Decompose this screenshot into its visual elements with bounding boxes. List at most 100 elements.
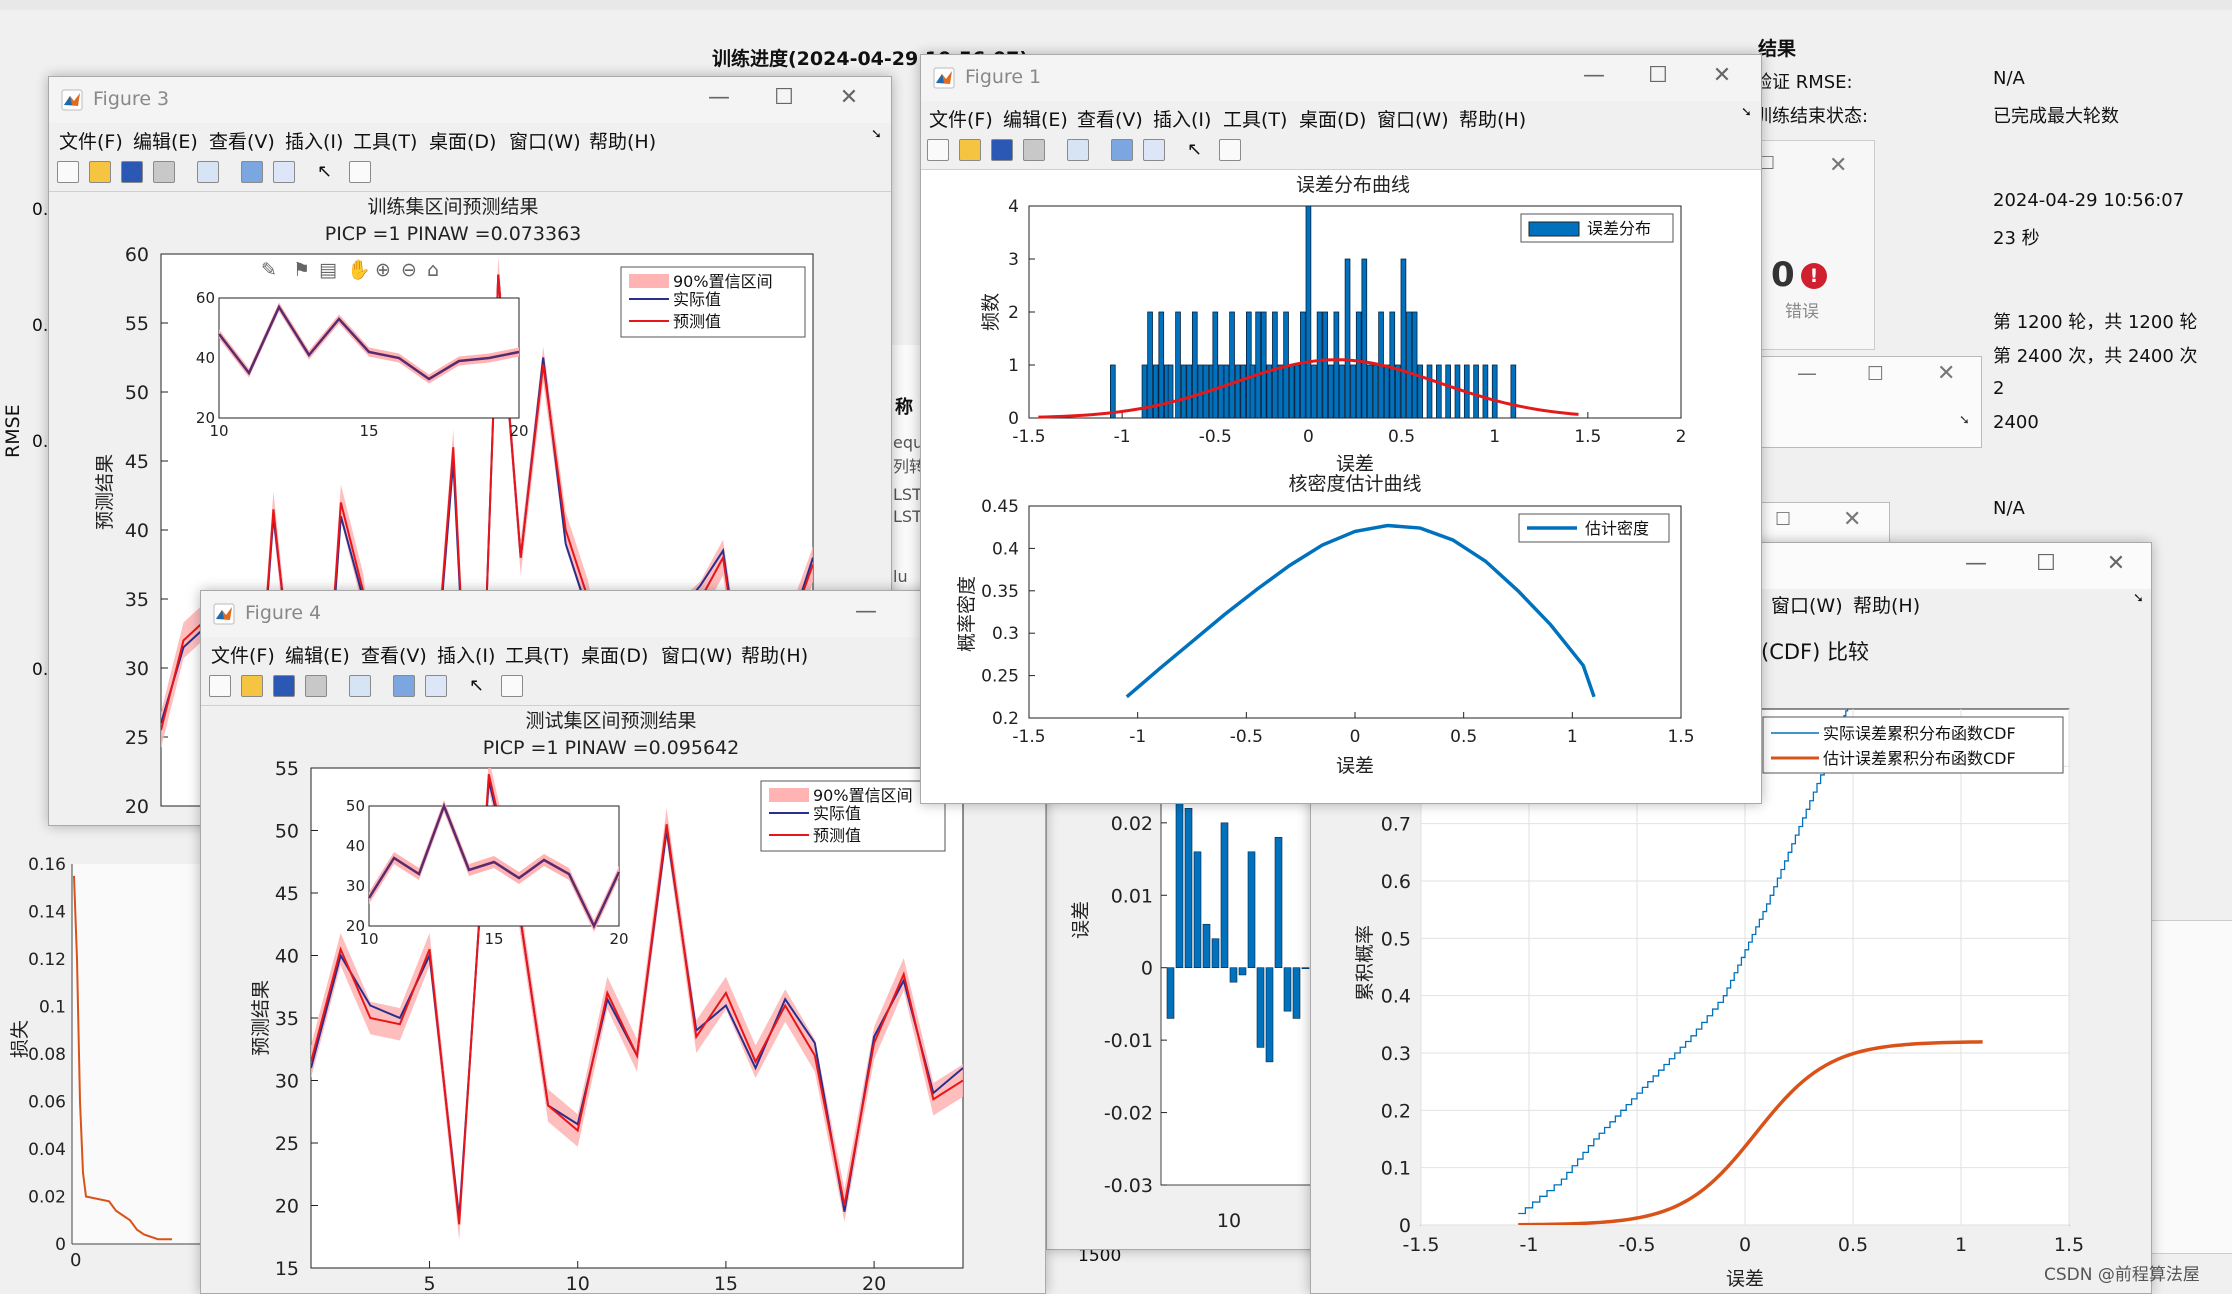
hist-xtick: 0.5 bbox=[1388, 427, 1415, 447]
colorbar-icon[interactable] bbox=[241, 161, 263, 183]
cdf-xlabel: 误差 bbox=[1726, 1268, 1764, 1290]
hist-xtick: -1.5 bbox=[1012, 427, 1045, 447]
cdf-minimize-icon[interactable]: — bbox=[1961, 551, 1991, 576]
bg-window-a-max-icon[interactable]: ☐ bbox=[1867, 363, 1884, 385]
fig1-minimize-icon[interactable]: — bbox=[1579, 63, 1609, 88]
fig3-menu-desktop[interactable]: 桌面(D) bbox=[429, 127, 496, 154]
fig3-minimize-icon[interactable]: — bbox=[704, 85, 734, 110]
save-icon[interactable] bbox=[273, 675, 295, 697]
bg-fragment-0: 称 bbox=[895, 397, 913, 418]
fig1-menu-arrow-icon: ➘ bbox=[1741, 105, 1752, 120]
hist-xtick: -0.5 bbox=[1199, 427, 1232, 447]
xtick-label: 10 bbox=[566, 1273, 590, 1293]
fig3-menu-tools[interactable]: 工具(T) bbox=[353, 127, 417, 154]
fig4-menu-view[interactable]: 查看(V) bbox=[361, 641, 427, 668]
cdf-close-icon[interactable]: ✕ bbox=[2101, 551, 2131, 576]
hist-ytick: 1 bbox=[1008, 356, 1019, 376]
test-legend[interactable]: 90%置信区间 实际值 预测值 bbox=[760, 780, 946, 852]
fig3-menu-file[interactable]: 文件(F) bbox=[59, 127, 123, 154]
print-icon[interactable] bbox=[1023, 139, 1045, 161]
legend-icon[interactable] bbox=[273, 161, 295, 183]
loss-plot: 0.16 0.14 0.12 0.1 0.08 0.06 0.04 0.02 0 0 损失 bbox=[9, 855, 220, 1268]
error-count: 0 bbox=[1771, 255, 1795, 295]
pointer-icon[interactable]: ↖ bbox=[469, 675, 489, 696]
new-figure-icon[interactable] bbox=[209, 675, 231, 697]
fig1-menu-file[interactable]: 文件(F) bbox=[929, 105, 993, 132]
kde-legend[interactable]: 估计密度 bbox=[1518, 513, 1670, 543]
property-editor-icon[interactable] bbox=[349, 161, 371, 183]
pointer-icon[interactable]: ↖ bbox=[1187, 139, 1207, 160]
xtick-label: 5 bbox=[423, 1273, 435, 1293]
cdf-ytick: 0 bbox=[1399, 1215, 1411, 1237]
link-plot-icon[interactable] bbox=[197, 161, 219, 183]
fig4-titlebar[interactable]: Figure 4 — bbox=[201, 591, 1045, 637]
fig3-menu-window[interactable]: 窗口(W) bbox=[509, 127, 581, 154]
fig1-menu-insert[interactable]: 插入(I) bbox=[1153, 105, 1211, 132]
legend-icon[interactable] bbox=[425, 675, 447, 697]
property-editor-icon[interactable] bbox=[1219, 139, 1241, 161]
hist-bar bbox=[1300, 311, 1306, 419]
bg-window-b-close-icon[interactable]: ✕ bbox=[1843, 507, 1861, 532]
hist-xtick: 2 bbox=[1676, 427, 1687, 447]
open-file-icon[interactable] bbox=[959, 139, 981, 161]
hist-legend[interactable]: 误差分布 bbox=[1520, 213, 1674, 243]
fig3-maximize-icon[interactable]: ☐ bbox=[769, 85, 799, 110]
print-icon[interactable] bbox=[153, 161, 175, 183]
fig1-menu-window[interactable]: 窗口(W) bbox=[1377, 105, 1449, 132]
fig1-menu-tools[interactable]: 工具(T) bbox=[1223, 105, 1287, 132]
fig4-menu-insert[interactable]: 插入(I) bbox=[437, 641, 495, 668]
fig1-menu-view[interactable]: 查看(V) bbox=[1077, 105, 1143, 132]
legend-icon[interactable] bbox=[1143, 139, 1165, 161]
ytick-label: 35 bbox=[275, 1008, 299, 1030]
fig1-close-icon[interactable]: ✕ bbox=[1707, 63, 1737, 88]
colorbar-icon[interactable] bbox=[393, 675, 415, 697]
bg-window-a-min-icon[interactable]: — bbox=[1797, 361, 1817, 385]
fig4-menu-window[interactable]: 窗口(W) bbox=[661, 641, 733, 668]
train-legend[interactable]: 90%置信区间 实际值 预测值 bbox=[620, 266, 806, 338]
link-plot-icon[interactable] bbox=[1067, 139, 1089, 161]
link-plot-icon[interactable] bbox=[349, 675, 371, 697]
fig4-menu-help[interactable]: 帮助(H) bbox=[741, 641, 808, 668]
open-file-icon[interactable] bbox=[89, 161, 111, 183]
fig3-close-icon[interactable]: ✕ bbox=[834, 85, 864, 110]
fig1-menu-help[interactable]: 帮助(H) bbox=[1459, 105, 1526, 132]
errbar-ytick: -0.01 bbox=[1104, 1030, 1153, 1052]
hist-bar bbox=[1339, 364, 1345, 419]
property-editor-icon[interactable] bbox=[501, 675, 523, 697]
save-icon[interactable] bbox=[121, 161, 143, 183]
save-icon[interactable] bbox=[991, 139, 1013, 161]
fig3-menu-insert[interactable]: 插入(I) bbox=[285, 127, 343, 154]
new-figure-icon[interactable] bbox=[927, 139, 949, 161]
inset-ytick: 40 bbox=[346, 837, 365, 855]
fig1-titlebar[interactable]: Figure 1 — ☐ ✕ bbox=[921, 55, 1761, 101]
fig4-menu-edit[interactable]: 编辑(E) bbox=[285, 641, 350, 668]
bg-window-b-max-icon[interactable]: ☐ bbox=[1775, 509, 1791, 530]
fig4-menu-tools[interactable]: 工具(T) bbox=[505, 641, 569, 668]
cdf-legend[interactable]: 实际误差累积分布函数CDF 估计误差累积分布函数CDF bbox=[1762, 716, 2064, 774]
open-file-icon[interactable] bbox=[241, 675, 263, 697]
cdf-maximize-icon[interactable]: ☐ bbox=[2031, 551, 2061, 576]
panel-close-icon[interactable]: ✕ bbox=[1829, 153, 1847, 178]
pointer-icon[interactable]: ↖ bbox=[317, 161, 337, 182]
new-figure-icon[interactable] bbox=[57, 161, 79, 183]
fig3-menu-view[interactable]: 查看(V) bbox=[209, 127, 275, 154]
fig3-titlebar[interactable]: Figure 3 — ☐ ✕ bbox=[49, 77, 891, 123]
fig1-menu-edit[interactable]: 编辑(E) bbox=[1003, 105, 1068, 132]
cdf-menu-window[interactable]: 窗口(W) bbox=[1771, 591, 1843, 618]
fig4-menu-file[interactable]: 文件(F) bbox=[211, 641, 275, 668]
fig4-menu-desktop[interactable]: 桌面(D) bbox=[581, 641, 648, 668]
ytick-label: 20 bbox=[125, 796, 149, 818]
error-bar bbox=[1229, 967, 1238, 983]
fig4-minimize-icon[interactable]: — bbox=[851, 599, 881, 624]
hist-bar bbox=[1436, 364, 1442, 419]
bg-window-a-close-icon[interactable]: ✕ bbox=[1937, 361, 1955, 386]
print-icon[interactable] bbox=[305, 675, 327, 697]
fig3-menu-edit[interactable]: 编辑(E) bbox=[133, 127, 198, 154]
fig3-menu-help[interactable]: 帮助(H) bbox=[589, 127, 656, 154]
error-icon: ! bbox=[1801, 263, 1827, 289]
colorbar-icon[interactable] bbox=[1111, 139, 1133, 161]
fig1-menu-desktop[interactable]: 桌面(D) bbox=[1299, 105, 1366, 132]
hist-bar bbox=[1411, 311, 1418, 419]
fig1-maximize-icon[interactable]: ☐ bbox=[1643, 63, 1673, 88]
cdf-menu-help[interactable]: 帮助(H) bbox=[1853, 591, 1920, 618]
